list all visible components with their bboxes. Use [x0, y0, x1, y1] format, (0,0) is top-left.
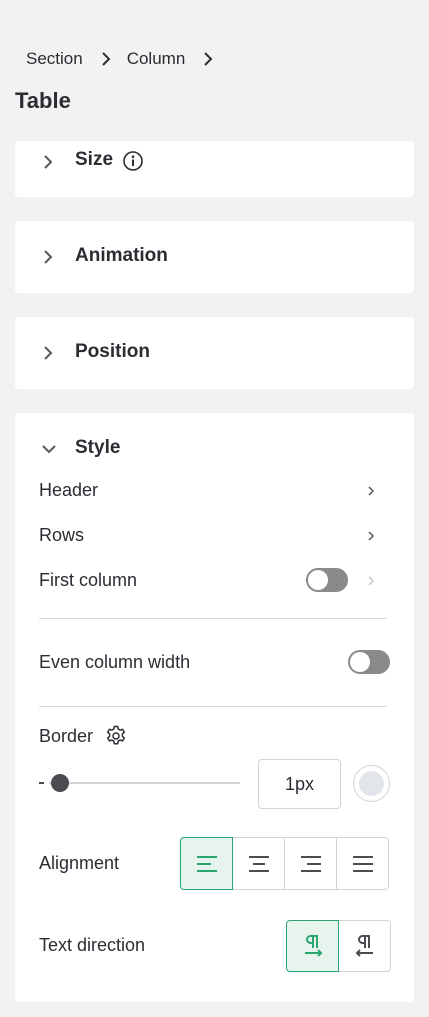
align-justify-button[interactable] [336, 837, 389, 890]
style-panel-header[interactable]: Style [15, 413, 414, 483]
align-right-icon [300, 855, 321, 872]
align-right-button[interactable] [284, 837, 337, 890]
align-justify-icon [352, 855, 373, 872]
slider-track [49, 782, 240, 784]
animation-panel: Animation [15, 221, 414, 293]
divider [39, 618, 387, 619]
chevron-right-icon[interactable] [366, 529, 376, 543]
breadcrumb-item-section[interactable]: Section [26, 49, 83, 69]
text-direction-rtl-button[interactable] [338, 920, 391, 972]
divider [39, 706, 387, 707]
border-label: Border [39, 726, 94, 746]
size-panel-title: Size [75, 149, 114, 170]
chevron-right-icon[interactable] [366, 484, 376, 498]
text-direction-label: Text direction [39, 935, 146, 955]
header-label[interactable]: Header [39, 480, 98, 501]
text-direction-ltr-icon [304, 935, 322, 957]
first-column-label: First column [39, 570, 138, 590]
border-width-slider[interactable] [39, 767, 241, 801]
even-column-width-label: Even column width [39, 652, 191, 672]
position-panel-header[interactable]: Position [15, 317, 414, 389]
toggle-knob [308, 570, 328, 590]
animation-panel-header[interactable]: Animation [15, 221, 414, 293]
border-width-input[interactable] [258, 759, 341, 809]
style-panel: Style Header Rows First column Even colu… [15, 413, 414, 1002]
text-direction-rtl-icon [355, 935, 373, 957]
align-left-icon [196, 855, 217, 872]
chevron-right-icon [196, 51, 220, 67]
position-panel-title: Position [75, 341, 150, 362]
size-panel: Size [15, 141, 414, 197]
text-direction-segmented-control [286, 920, 391, 972]
size-panel-header[interactable]: Size [15, 141, 414, 183]
rows-label[interactable]: Rows [39, 525, 84, 546]
first-column-toggle[interactable] [306, 568, 348, 592]
chevron-right-icon [366, 574, 376, 588]
border-color-picker[interactable] [353, 765, 390, 802]
slider-min-mark [39, 782, 44, 784]
toggle-knob [350, 652, 370, 672]
style-panel-title: Style [75, 437, 121, 458]
even-column-width-toggle[interactable] [348, 650, 390, 674]
chevron-right-icon [41, 154, 55, 170]
chevron-right-icon [94, 51, 118, 67]
align-center-icon [248, 855, 269, 872]
position-panel: Position [15, 317, 414, 389]
page-title: Table [15, 88, 71, 113]
info-icon[interactable] [122, 150, 144, 172]
animation-panel-title: Animation [75, 245, 168, 266]
gear-icon[interactable] [104, 724, 128, 748]
breadcrumb-item-column[interactable]: Column [127, 49, 186, 69]
alignment-segmented-control [180, 837, 389, 890]
chevron-down-icon [41, 442, 57, 456]
chevron-right-icon [41, 249, 55, 265]
text-direction-ltr-button[interactable] [286, 920, 339, 972]
border-color-fill [359, 771, 384, 796]
alignment-label: Alignment [39, 853, 120, 873]
slider-knob[interactable] [51, 774, 69, 792]
align-center-button[interactable] [232, 837, 285, 890]
align-left-button[interactable] [180, 837, 233, 890]
breadcrumb: Section Column [26, 47, 229, 71]
chevron-right-icon [41, 345, 55, 361]
